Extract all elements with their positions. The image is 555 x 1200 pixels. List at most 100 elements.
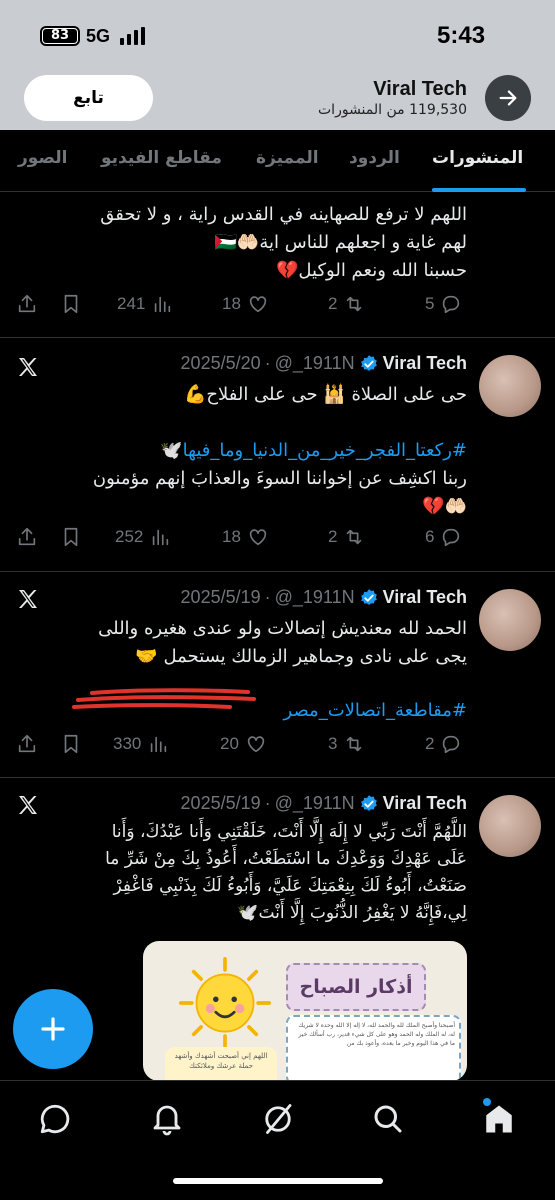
verified-badge-icon [360, 794, 377, 811]
author-name[interactable]: Viral Tech [383, 793, 467, 814]
repost-icon [347, 736, 362, 752]
tweet-media-image[interactable]: أذكار الصباح أصبحنا وأصبح الملك لله والح… [143, 941, 467, 1081]
tab-replies[interactable]: الردود [349, 148, 400, 168]
share-icon [18, 734, 36, 753]
x-logo-icon [19, 358, 37, 376]
tab-posts[interactable]: المنشورات [432, 148, 523, 168]
reply-icon [443, 295, 460, 314]
verified-badge-icon [360, 354, 377, 371]
tweet-actions: 252 18 2 6 [0, 526, 555, 556]
author-handle[interactable]: @_1911N [275, 793, 355, 814]
share-button[interactable] [16, 733, 38, 755]
share-button[interactable] [16, 526, 38, 548]
heart-icon [249, 529, 267, 546]
author-handle[interactable]: @_1911N [275, 587, 355, 608]
share-button[interactable] [16, 293, 38, 315]
avatar[interactable] [479, 589, 541, 651]
tweet-hashtag: #مقاطعة_اتصالات_مصر [37, 697, 467, 725]
arrow-right-icon [499, 90, 517, 106]
plus-icon [41, 1017, 65, 1041]
views-button[interactable]: 241 [117, 293, 173, 315]
replies-count: 2 [425, 734, 435, 753]
avatar[interactable] [479, 355, 541, 417]
tweet[interactable]: اللهم لا ترفع للصهاينه في القدس راية ، و… [0, 193, 555, 338]
repost-icon [347, 529, 362, 545]
back-button[interactable] [485, 75, 531, 121]
reply-icon [443, 528, 460, 547]
search-icon[interactable] [370, 1101, 406, 1137]
bookmark-icon [64, 294, 78, 314]
status-bar: 83 5G 5:43 [0, 0, 555, 70]
bookmark-icon [64, 734, 78, 754]
tweet-actions: 241 18 2 5 [0, 293, 555, 323]
tweet-text: اللَّهُمَّ أَنْتَ رَبِّي لا إِلَهَ إِلَّ… [105, 822, 467, 923]
profile-tabs: المنشورات الردود المميزة مقاطع الفيديو ا… [0, 130, 555, 192]
avatar[interactable] [479, 795, 541, 857]
replies-count: 5 [425, 294, 435, 313]
repost-button[interactable]: 2 [328, 293, 365, 315]
like-button[interactable]: 18 [222, 293, 269, 315]
views-icon [151, 736, 167, 753]
active-tab-indicator [432, 188, 526, 192]
share-icon [18, 294, 36, 313]
messages-icon[interactable] [37, 1101, 73, 1137]
views-count: 241 [117, 294, 146, 313]
replies-count: 6 [425, 527, 435, 546]
views-icon [155, 296, 171, 313]
views-count: 330 [113, 734, 142, 753]
views-count: 252 [115, 527, 144, 546]
tab-videos[interactable]: مقاطع الفيديو [101, 148, 222, 168]
author-name[interactable]: Viral Tech [383, 353, 467, 374]
tweet[interactable]: 2025/5/19 · @_1911N Viral Tech الحمد لله… [0, 573, 555, 778]
reposts-count: 2 [328, 527, 338, 546]
hashtag-link[interactable]: #مقاطعة_اتصالات_مصر [37, 697, 467, 725]
reply-button[interactable]: 2 [425, 733, 462, 755]
tweet-date: 2025/5/20 [180, 353, 261, 373]
tab-highlights[interactable]: المميزة [256, 148, 319, 168]
tab-photos[interactable]: الصور [18, 148, 67, 168]
repost-button[interactable]: 2 [328, 526, 365, 548]
likes-count: 18 [222, 527, 241, 546]
media-text-left: اللهم إني أصبحت أشهدك وأشهد حملة عرشك وم… [165, 1047, 277, 1081]
hashtag-link[interactable]: #ركعتا_الفجر_خير_من_الدنيا_وما_فيها🕊️ [37, 437, 467, 465]
profile-header: 83 5G 5:43 تابع Viral Tech 119,530 من ال… [0, 0, 555, 130]
repost-button[interactable]: 3 [328, 733, 365, 755]
tweet-text: حى على الصلاة 🕌 حى على الفلاح💪 #ركعتا_ال… [37, 381, 467, 521]
follow-button[interactable]: تابع [24, 75, 153, 121]
reposts-count: 2 [328, 294, 338, 313]
compose-button[interactable] [13, 989, 93, 1069]
repost-icon [347, 296, 362, 312]
reposts-count: 3 [328, 734, 338, 753]
reply-icon [443, 735, 460, 754]
likes-count: 18 [222, 294, 241, 313]
tweet-meta: 2025/5/19 · @_1911N Viral Tech [180, 587, 467, 608]
like-button[interactable]: 18 [222, 526, 269, 548]
reply-button[interactable]: 6 [425, 526, 462, 548]
reply-button[interactable]: 5 [425, 293, 462, 315]
tweet-meta: 2025/5/19 · @_1911N Viral Tech [180, 793, 467, 814]
like-button[interactable]: 20 [220, 733, 267, 755]
tweet[interactable]: 2025/5/20 · @_1911N Viral Tech حى على ال… [0, 339, 555, 572]
author-name[interactable]: Viral Tech [383, 587, 467, 608]
bookmark-button[interactable] [60, 526, 82, 548]
heart-icon [249, 296, 267, 313]
views-button[interactable]: 252 [115, 526, 171, 548]
grok-icon[interactable] [260, 1101, 296, 1137]
tweet-date: 2025/5/19 [180, 587, 261, 607]
bookmark-button[interactable] [60, 733, 82, 755]
notifications-icon[interactable] [149, 1101, 185, 1137]
tweet-date: 2025/5/19 [180, 793, 261, 813]
author-handle[interactable]: @_1911N [275, 353, 355, 374]
status-time: 5:43 [437, 22, 486, 49]
home-indicator [173, 1178, 383, 1184]
share-icon [18, 527, 36, 546]
tweet-meta: 2025/5/20 · @_1911N Viral Tech [180, 353, 467, 374]
views-button[interactable]: 330 [113, 733, 169, 755]
tweet-text: اللهم لا ترفع للصهاينه في القدس راية ، و… [100, 204, 467, 281]
media-title: أذكار الصباح [286, 963, 426, 1011]
sun-illustration [179, 957, 271, 1049]
home-icon[interactable] [481, 1101, 517, 1137]
tweet-text: الحمد لله معنديش إتصالات ولو عندى هغيره … [98, 618, 467, 667]
network-type: 5G [86, 26, 111, 46]
bookmark-button[interactable] [60, 293, 82, 315]
